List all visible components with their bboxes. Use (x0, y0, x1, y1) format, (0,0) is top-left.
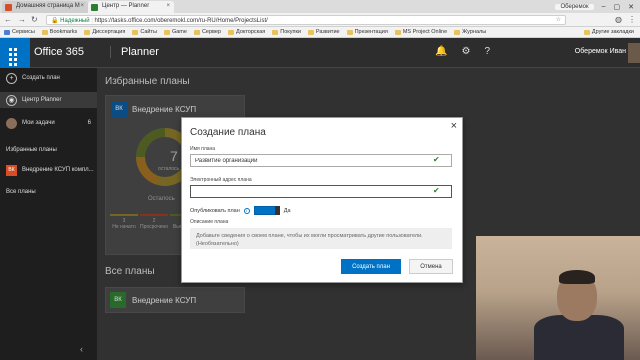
plan-email-label: Электронный адрес плана (190, 177, 252, 183)
folder-icon (583, 29, 590, 35)
secure-label: Надежный (60, 18, 90, 24)
info-icon[interactable]: i (243, 207, 250, 214)
plan-description-label: Описание плана (190, 219, 229, 225)
bookmark-item[interactable]: Диссертация (84, 29, 125, 35)
folder-icon (228, 29, 235, 35)
plan-description-input[interactable]: Добавьте сведения о своем плане, чтобы и… (190, 228, 452, 249)
address-bar: ← → ↻ 🔒 Надежный | https://tasks.office.… (0, 13, 640, 27)
plan-name-label: Имя плана (190, 146, 216, 152)
presenter-hair (559, 270, 595, 284)
favorites-header: Избранные планы (6, 147, 57, 153)
close-tab-icon[interactable]: × (80, 3, 84, 9)
nav-all-plans[interactable]: Все планы (0, 184, 97, 200)
folder-icon (163, 29, 170, 35)
hub-icon: ◉ (6, 94, 17, 106)
bookmark-item[interactable]: Сервер (193, 29, 221, 35)
collapse-nav-icon[interactable]: ‹ (80, 344, 83, 354)
avatar (6, 117, 17, 129)
suite-title[interactable]: Office 365 (34, 46, 84, 58)
nav-planner-hub[interactable]: ◉ Центр Planner (0, 92, 97, 108)
office-favicon-icon (5, 4, 12, 11)
app-title[interactable]: Planner (110, 46, 159, 58)
nav-my-tasks[interactable]: Мои задачи 6 (0, 115, 97, 131)
folder-icon (272, 29, 279, 35)
folder-icon (307, 29, 314, 35)
bookmark-item[interactable]: Сайты (132, 29, 157, 35)
bookmark-star-icon[interactable]: ☆ (556, 16, 561, 23)
check-icon: ✔ (433, 155, 440, 164)
bookmark-item[interactable]: Развитие (307, 29, 340, 35)
check-icon: ✔ (433, 186, 440, 195)
folder-icon (394, 29, 401, 35)
menu-icon[interactable]: ⋮ (628, 15, 636, 24)
bookmark-item[interactable]: Докторская (228, 29, 265, 35)
browser-toolbar: ◍ ⋮ (615, 15, 636, 24)
folder-icon (84, 29, 91, 35)
close-window-icon[interactable]: ✕ (628, 3, 634, 11)
cancel-button[interactable]: Отмена (409, 259, 453, 274)
notifications-icon[interactable]: 🔔 (435, 46, 447, 57)
bookmark-item[interactable]: Сервисы (4, 29, 35, 35)
publish-row: Опубликовать план i Да (190, 206, 291, 215)
plus-icon: + (6, 72, 17, 84)
folder-icon (193, 29, 200, 35)
close-icon[interactable]: × (451, 120, 457, 132)
bookmark-item[interactable]: Game (163, 29, 187, 35)
window-controls: Оберемок – ▢ ✕ (555, 0, 640, 13)
publish-toggle[interactable] (253, 206, 280, 215)
apps-icon (4, 29, 10, 35)
browser-tab-planner[interactable]: Центр — Planner × (88, 1, 174, 13)
back-icon[interactable]: ← (4, 15, 12, 24)
bookmark-item[interactable]: Журналы (454, 29, 486, 35)
bookmark-item[interactable]: Покупки (272, 29, 301, 35)
reload-icon[interactable]: ↻ (31, 15, 38, 24)
help-icon[interactable]: ? (484, 46, 490, 57)
plan-badge: ВК (6, 164, 17, 176)
task-count: 6 (87, 120, 91, 126)
folder-icon (454, 29, 461, 35)
forward-icon[interactable]: → (18, 15, 26, 24)
create-plan-button[interactable]: Создать план (341, 259, 401, 274)
lock-icon: 🔒 (51, 18, 59, 24)
bookmarks-bar: Сервисы Bookmarks Диссертация Сайты Game… (0, 27, 640, 38)
folder-icon (132, 29, 139, 35)
other-bookmarks[interactable]: Другие закладки (583, 29, 640, 35)
maximize-icon[interactable]: ▢ (614, 3, 621, 11)
nav-favorite-plan[interactable]: ВК Внедрение КСУП компл... (0, 162, 97, 178)
publish-label: Опубликовать план (190, 207, 240, 214)
browser-profile[interactable]: Оберемок (555, 3, 594, 10)
dialog-title: Создание плана (190, 127, 266, 138)
header-icons: 🔔 ⚙ ? (435, 46, 490, 57)
extension-icon[interactable]: ◍ (615, 15, 622, 24)
folder-icon (41, 29, 48, 35)
publish-state: Да (283, 207, 291, 214)
browser-tab-bar: Домашняя страница М × Центр — Planner × … (0, 0, 640, 13)
plan-name-input[interactable] (190, 154, 452, 167)
folder-icon (346, 29, 353, 35)
planner-favicon-icon (91, 4, 98, 11)
nav-create-plan[interactable]: + Создать план (0, 70, 97, 86)
plan-email-input[interactable] (190, 185, 452, 198)
minimize-icon[interactable]: – (602, 3, 606, 10)
bookmark-item[interactable]: MS Project Online (394, 29, 447, 35)
presenter-body (534, 315, 624, 360)
gear-icon[interactable]: ⚙ (461, 46, 470, 57)
app-launcher-icon[interactable] (0, 38, 30, 71)
bookmark-item[interactable]: Bookmarks (41, 29, 77, 35)
user-name[interactable]: Оберемок Иван (575, 48, 626, 55)
left-nav: + Создать план ◉ Центр Planner Мои задач… (0, 68, 97, 360)
bookmark-item[interactable]: Презентация (346, 29, 388, 35)
url-field[interactable]: 🔒 Надежный | https://tasks.office.com/ob… (46, 15, 566, 25)
tab-label: Домашняя страница М (16, 3, 80, 9)
close-tab-icon[interactable]: × (166, 3, 170, 9)
avatar[interactable] (628, 43, 640, 63)
browser-tab-home[interactable]: Домашняя страница М × (2, 1, 88, 13)
o365-header: Office 365 Planner 🔔 ⚙ ? Оберемок Иван (0, 38, 640, 71)
url-text: https://tasks.office.com/oberemokl.com/r… (94, 18, 268, 24)
tab-label: Центр — Planner (102, 3, 150, 9)
